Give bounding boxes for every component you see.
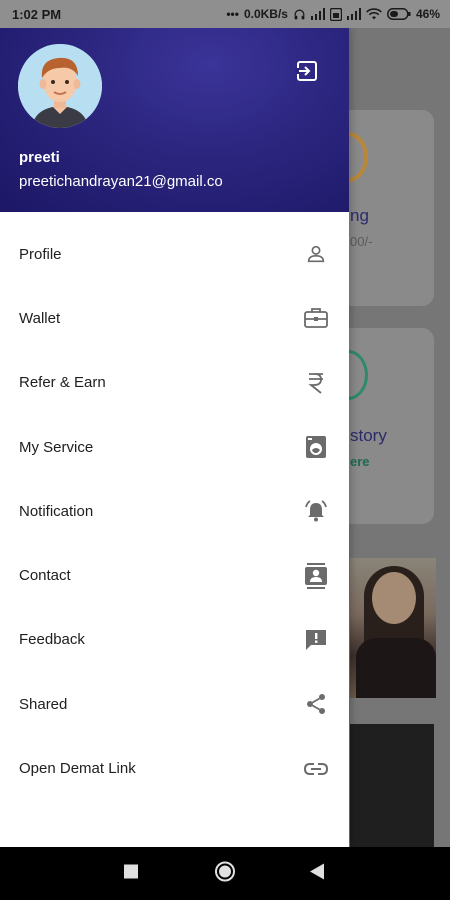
battery-icon [387,8,411,20]
wifi-icon [366,8,382,20]
menu-item-label: Contact [19,567,71,585]
background-card-1-sub: 00/- [350,234,373,249]
menu-item-label: My Service [19,438,94,456]
square-icon [124,864,138,878]
logout-icon [295,61,317,81]
menu-item-label: Open Demat Link [19,760,136,778]
menu-item-refer-earn[interactable]: Refer & Earn [0,351,349,415]
menu-item-label: Shared [19,695,68,713]
menu-item-notification[interactable]: Notification [0,479,349,543]
washing-machine-icon [303,434,329,460]
share-icon [303,691,329,717]
avatar[interactable] [18,44,102,128]
link-icon [303,756,329,782]
drawer-header: preeti preetichandrayan21@gmail.co [0,28,349,212]
signal-icon-2 [346,8,361,20]
background-card-1-title: ng [350,206,369,225]
menu-item-label: Wallet [19,309,61,327]
person-outline-icon [303,241,329,267]
background-card-2-link: ere [350,454,370,469]
menu-item-shared[interactable]: Shared [0,672,349,736]
menu-item-profile[interactable]: Profile [0,222,349,286]
rupee-icon [303,370,329,396]
battery-percent: 46% [415,7,440,21]
menu-item-label: Notification [19,502,94,520]
menu-item-label: Profile [19,245,62,263]
menu-item-wallet[interactable]: Wallet [0,286,349,350]
user-email: preetichandrayan21@gmail.co [19,173,223,190]
status-time: 1:02 PM [12,6,62,22]
home-circle-icon [215,861,235,881]
status-bar: 1:02 PM ••• 0.0KB/s 46% [0,0,450,28]
menu-item-my-service[interactable]: My Service [0,415,349,479]
status-icons: ••• 0.0KB/s 46% [226,7,440,21]
background-banner-image [350,558,436,698]
network-speed: 0.0KB/s [243,7,288,21]
menu-item-label: Refer & Earn [19,374,106,392]
signal-icon [310,8,325,20]
menu-item-contact[interactable]: Contact [0,543,349,607]
menu-item-feedback[interactable]: Feedback [0,608,349,672]
home-button[interactable] [214,860,236,887]
contacts-icon [303,562,329,589]
logout-button[interactable] [292,56,322,86]
back-button[interactable] [310,863,324,884]
recents-button[interactable] [124,864,138,883]
navigation-drawer: preeti preetichandrayan21@gmail.co Profi… [0,28,349,847]
briefcase-icon [303,305,329,331]
more-dots-icon: ••• [226,7,239,21]
drawer-menu: Profile Wallet Refer & Earn My Service N… [0,222,349,801]
headphones-icon [293,8,306,21]
system-navigation-bar [0,847,450,900]
sim-icon [329,7,342,21]
user-name: preeti [19,149,60,166]
background-card-2-title: story [350,426,387,445]
menu-item-label: Feedback [19,631,85,649]
menu-item-open-demat-link[interactable]: Open Demat Link [0,736,349,800]
back-triangle-icon [310,863,324,879]
background-banner-image-2 [350,724,434,847]
feedback-icon [303,627,329,653]
alarm-bell-icon [303,498,329,524]
